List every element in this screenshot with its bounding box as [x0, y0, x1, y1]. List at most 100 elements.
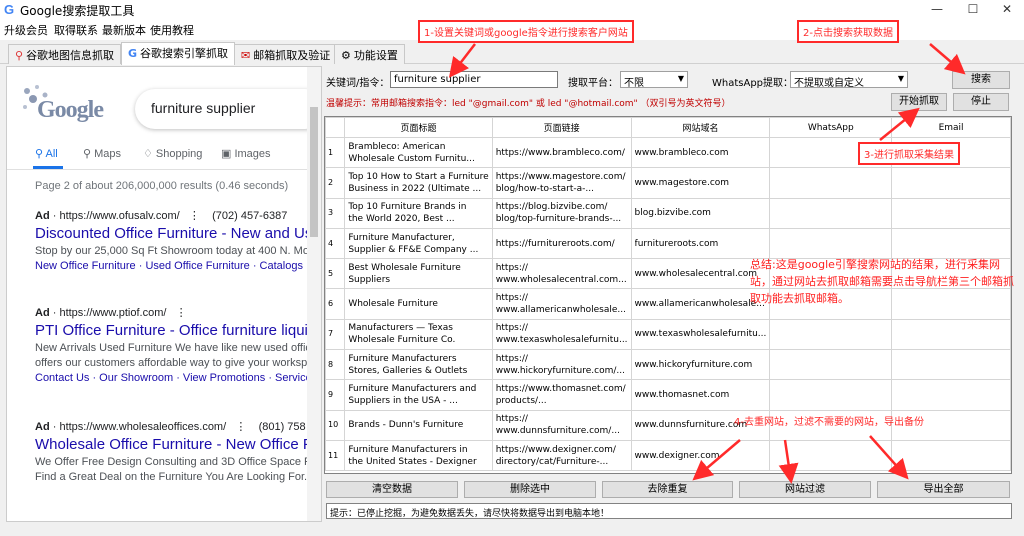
- tab-google-search[interactable]: G 谷歌搜索引擎抓取: [121, 42, 236, 65]
- whatsapp-select[interactable]: 不提取或自定义 ▼: [790, 71, 908, 89]
- nav-shopping[interactable]: ♢ Shopping: [143, 147, 202, 160]
- cell-domain[interactable]: blog.bizvibe.com: [630, 197, 771, 229]
- result-sitelinks[interactable]: New Office Furniture · Used Office Furni…: [35, 259, 321, 274]
- cell-domain[interactable]: www.brambleco.com: [630, 136, 771, 169]
- cell-title[interactable]: Top 10 How to Start a Furniture Business …: [344, 167, 493, 199]
- tab-email-extract[interactable]: ✉ 邮箱抓取及验证: [234, 44, 338, 64]
- start-scrape-button[interactable]: 开始抓取: [891, 93, 947, 111]
- col-header-title[interactable]: 页面标题: [344, 117, 493, 138]
- cell-link[interactable]: https://www.magestore.com/blog/how-to-st…: [491, 167, 632, 199]
- col-header-domain[interactable]: 网站域名: [630, 117, 771, 138]
- browser-scrollbar[interactable]: [307, 67, 321, 521]
- cell-email[interactable]: [891, 318, 1011, 351]
- minimize-button[interactable]: —: [920, 0, 954, 18]
- close-button[interactable]: ✕: [990, 0, 1024, 18]
- cell-domain[interactable]: furnitureroots.com: [630, 227, 771, 260]
- menu-contact[interactable]: 取得联系: [54, 22, 98, 38]
- result-url[interactable]: https://www.wholesaleoffices.com/: [59, 421, 226, 433]
- delete-selected-button[interactable]: 删除选中: [464, 481, 596, 498]
- stop-button[interactable]: 停止: [953, 93, 1009, 111]
- nav-images[interactable]: ▣ Images: [221, 147, 271, 160]
- col-header-email[interactable]: Email: [891, 117, 1011, 138]
- cell-index[interactable]: 11: [325, 439, 346, 472]
- cell-index[interactable]: 1: [325, 136, 346, 169]
- cell-link[interactable]: https://www.dexigner.com/directory/cat/F…: [491, 439, 632, 472]
- cell-whatsapp[interactable]: [769, 349, 893, 381]
- table-row[interactable]: 3 Top 10 Furniture Brands in the World 202…: [325, 197, 1011, 229]
- cell-title[interactable]: Brambleco: American Wholesale Custom Furn…: [344, 136, 493, 169]
- platform-select[interactable]: 不限 ▼: [620, 71, 688, 89]
- cell-link[interactable]: https://www.allamericanwholesale...: [491, 288, 632, 320]
- cell-title[interactable]: Furniture Manufacturers in the United Sta…: [344, 439, 493, 472]
- cell-link[interactable]: https://www.texaswholesalefurnitu...: [491, 318, 632, 351]
- search-button[interactable]: 搜索: [952, 71, 1010, 89]
- cell-title[interactable]: Manufacturers — Texas Wholesale Furniture…: [344, 318, 493, 351]
- cell-index[interactable]: 6: [325, 288, 346, 320]
- cell-link[interactable]: https://furnitureroots.com/: [491, 227, 632, 260]
- scroll-thumb[interactable]: [310, 107, 318, 237]
- cell-whatsapp[interactable]: [769, 227, 893, 260]
- result-title[interactable]: Wholesale Office Furniture - New Office …: [35, 436, 321, 453]
- cell-email[interactable]: [891, 349, 1011, 381]
- keyword-input[interactable]: furniture supplier: [390, 71, 558, 88]
- cell-title[interactable]: Best Wholesale Furniture Suppliers: [344, 258, 493, 290]
- export-all-button[interactable]: 导出全部: [877, 481, 1010, 498]
- cell-email[interactable]: [891, 167, 1011, 199]
- table-row[interactable]: 4 Furniture Manufacturer, Supplier & FF&E …: [325, 227, 1011, 260]
- dedupe-button[interactable]: 去除重复: [602, 481, 733, 498]
- cell-email[interactable]: [891, 227, 1011, 260]
- nav-maps[interactable]: ⚲ Maps: [83, 147, 121, 160]
- result-url[interactable]: https://www.ptiof.com/: [59, 307, 166, 319]
- cell-email[interactable]: [891, 379, 1011, 411]
- cell-email[interactable]: [891, 197, 1011, 229]
- cell-email[interactable]: [891, 439, 1011, 472]
- col-header-whatsapp[interactable]: WhatsApp: [769, 117, 893, 138]
- result-sitelinks[interactable]: Contact Us · Our Showroom · View Promoti…: [35, 371, 321, 386]
- table-row[interactable]: 9 Furniture Manufacturers and Suppliers in…: [325, 379, 1011, 411]
- maximize-button[interactable]: ☐: [956, 0, 990, 18]
- table-row[interactable]: 8 Furniture Manufacturers Stores, Gallerie…: [325, 349, 1011, 381]
- cell-link[interactable]: https://www.brambleco.com/: [491, 136, 632, 169]
- result-title[interactable]: Discounted Office Furniture - New and Us: [35, 225, 321, 242]
- col-header-link[interactable]: 页面链接: [491, 117, 632, 138]
- cell-title[interactable]: Wholesale Furniture: [344, 288, 493, 320]
- nav-all[interactable]: ⚲ All: [35, 147, 58, 160]
- menu-upgrade[interactable]: 升级会员: [4, 22, 48, 38]
- google-search-box[interactable]: furniture supplier: [135, 89, 321, 129]
- cell-domain[interactable]: www.texaswholesalefurnitu...: [630, 318, 771, 351]
- cell-link[interactable]: https://www.hickoryfurniture.com/...: [491, 349, 632, 381]
- cell-index[interactable]: 4: [325, 227, 346, 260]
- cell-domain[interactable]: www.magestore.com: [630, 167, 771, 199]
- cell-whatsapp[interactable]: [769, 167, 893, 199]
- result-title[interactable]: PTI Office Furniture - Office furniture …: [35, 322, 321, 339]
- cell-index[interactable]: 5: [325, 258, 346, 290]
- cell-whatsapp[interactable]: [769, 318, 893, 351]
- cell-link[interactable]: https://blog.bizvibe.com/blog/top-furnit…: [491, 197, 632, 229]
- cell-title[interactable]: Brands - Dunn's Furniture: [344, 409, 493, 441]
- table-row[interactable]: 2 Top 10 How to Start a Furniture Business…: [325, 167, 1011, 199]
- cell-whatsapp[interactable]: [769, 379, 893, 411]
- tab-google-maps[interactable]: ⚲ 谷歌地图信息抓取: [8, 44, 122, 64]
- cell-title[interactable]: Furniture Manufacturers Stores, Galleries…: [344, 349, 493, 381]
- cell-link[interactable]: https://www.dunnsfurniture.com/...: [491, 409, 632, 441]
- cell-domain[interactable]: www.hickoryfurniture.com: [630, 349, 771, 381]
- cell-whatsapp[interactable]: [769, 197, 893, 229]
- tab-settings[interactable]: ⚙ 功能设置: [334, 44, 405, 64]
- embedded-browser[interactable]: Google furniture supplier ⚲ All ⚲ Maps ♢…: [6, 66, 322, 522]
- cell-index[interactable]: 9: [325, 379, 346, 411]
- cell-link[interactable]: https://www.thomasnet.com/products/...: [491, 379, 632, 411]
- cell-title[interactable]: Top 10 Furniture Brands in the World 2020…: [344, 197, 493, 229]
- menu-latest-version[interactable]: 最新版本: [102, 22, 146, 38]
- table-row[interactable]: 7 Manufacturers — Texas Wholesale Furnitur…: [325, 318, 1011, 351]
- cell-domain[interactable]: www.dexigner.com: [630, 439, 771, 472]
- cell-index[interactable]: 7: [325, 318, 346, 351]
- cell-title[interactable]: Furniture Manufacturer, Supplier & FF&E C…: [344, 227, 493, 260]
- cell-index[interactable]: 8: [325, 349, 346, 381]
- cell-index[interactable]: 3: [325, 197, 346, 229]
- cell-index[interactable]: 10: [325, 409, 346, 441]
- cell-domain[interactable]: www.thomasnet.com: [630, 379, 771, 411]
- clear-data-button[interactable]: 清空数据: [326, 481, 458, 498]
- cell-title[interactable]: Furniture Manufacturers and Suppliers in …: [344, 379, 493, 411]
- table-row[interactable]: 11 Furniture Manufacturers in the United S…: [325, 439, 1011, 472]
- cell-whatsapp[interactable]: [769, 439, 893, 472]
